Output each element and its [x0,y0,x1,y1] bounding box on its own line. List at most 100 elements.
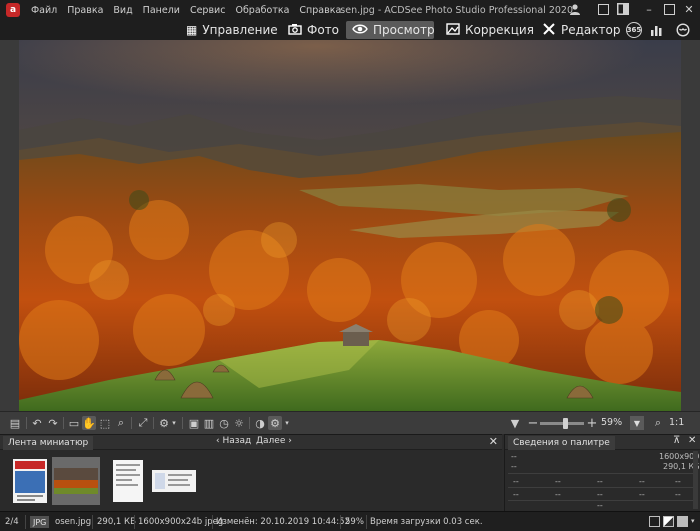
close-icon[interactable]: ✕ [682,2,696,16]
close-icon[interactable]: ✕ [489,435,498,448]
gear-dropdown-icon[interactable]: ▾ [283,416,291,430]
window-mode-icon[interactable] [596,2,610,16]
load-time: Время загрузки 0.03 сек. [370,517,483,527]
status-dropdown-icon[interactable]: ▾ [691,517,695,525]
zoom-dropdown-icon[interactable]: ▼ [630,416,644,430]
thumbnail-item[interactable] [150,457,198,505]
menu-view[interactable]: Вид [108,5,137,16]
image-viewer[interactable] [0,40,700,411]
select-icon[interactable]: ⬚ [98,416,112,430]
zoom-slider[interactable] [540,418,584,429]
divider [366,515,367,529]
checkmark-icon[interactable] [677,516,688,527]
palette-value: -- [511,462,517,471]
actual-size-button[interactable]: 1:1 [669,417,684,428]
mode-view[interactable]: Просмотр [346,21,435,39]
palette-value: -- [639,477,645,486]
menu-help[interactable]: Справка [294,5,346,16]
file-name: osen.jpg [55,517,92,527]
zoom-magnifier-icon[interactable]: ⌕ [651,416,665,430]
palette-value: -- [597,477,603,486]
hand-tool-icon[interactable]: ✋ [82,416,96,430]
menu-panels[interactable]: Панели [138,5,185,16]
zoom-out-icon[interactable]: − [526,416,540,431]
color-mode-icon[interactable] [663,516,674,527]
modified-date: Изменён: 20.10.2019 10:44:52 [216,517,350,527]
nav-back-button[interactable]: ‹ Назад [216,436,251,446]
palette-value: -- [639,490,645,499]
filmstrip-panel: Лента миниатюр ‹ Назад Далее › ✕ [0,434,502,511]
menu-edit[interactable]: Правка [62,5,108,16]
palette-scrollbar[interactable] [693,451,698,509]
settings-dropdown-icon[interactable]: ▾ [170,416,178,430]
zoom-tool-icon[interactable]: ⌕ [114,416,128,430]
divider [249,417,250,429]
crop-icon[interactable]: ▭ [67,416,81,430]
palette-info-panel: Сведения о палитре ⊼ ✕ -- 1600x900 -- 29… [504,434,700,511]
divider [153,417,154,429]
nav-next-label: Далее [256,436,286,446]
gear-box-icon[interactable]: ⚙ [268,416,282,430]
format-badge: JPG [30,516,50,528]
filter-dropdown-icon[interactable]: ▼ [508,416,522,430]
slideshow-icon[interactable]: ◑ [253,416,267,430]
nav-back-label: Назад [222,436,252,446]
thumbnail-item[interactable] [104,457,152,505]
filmstrip-header: Лента миниатюр ‹ Назад Далее › ✕ [0,435,502,450]
palette-value: -- [555,477,561,486]
palette-tab[interactable]: Сведения о палитре [508,436,615,450]
pin-icon[interactable]: ⊼ [673,435,680,446]
timer-icon[interactable]: ◷ [217,416,231,430]
file-size: 290,1 КБ [97,517,136,527]
palette-value: -- [597,490,603,499]
palette-value: -- [555,490,561,499]
user-icon[interactable] [568,2,582,16]
face-icon[interactable] [672,21,694,39]
brightness-icon[interactable]: ☼ [232,416,246,430]
mode-edit[interactable]: Редактор [536,21,626,39]
window-controls: – ✕ [568,2,696,16]
palette-value: -- [675,490,681,499]
view-toolbar: ▤ ↶ ↷ ▭ ✋ ⬚ ⌕ ⤢ ⚙ ▾ ▣ ▥ ◷ ☼ ◑ ⚙ ▾ ▼ − + … [0,411,700,434]
palette-header: Сведения о палитре ⊼ ✕ [505,435,700,450]
thumbnail-item[interactable] [6,457,54,505]
mode-manage[interactable]: ▦ Управление [180,21,284,39]
info-icon[interactable]: ▣ [187,416,201,430]
close-icon[interactable]: ✕ [688,435,696,446]
maximize-icon[interactable] [662,2,676,16]
stats-icon[interactable] [646,21,668,39]
nav-next-button[interactable]: Далее › [256,436,292,446]
rotate-left-icon[interactable]: ↶ [30,416,44,430]
rotate-right-icon[interactable]: ↷ [46,416,60,430]
status-bar: 2/4 JPG osen.jpg 290,1 КБ 1600x900x24b j… [0,511,700,531]
view-mode-icon[interactable] [649,516,660,527]
divider [182,417,183,429]
image-dimensions: 1600x900x24b jpeg [138,517,224,527]
365-button[interactable]: 365 [626,22,642,38]
divider [134,515,135,529]
title-bar: a Файл Правка Вид Панели Сервис Обработк… [0,0,700,20]
split-icon[interactable] [616,2,630,16]
mode-develop[interactable]: Коррекция [440,21,540,39]
settings-icon[interactable]: ⚙ [157,416,171,430]
menu-file[interactable]: Файл [26,5,62,16]
window-title: sen.jpg - ACDSee Photo Studio Profession… [340,4,573,16]
tray-icon[interactable]: ▤ [8,416,22,430]
menu-tools[interactable]: Сервис [185,5,231,16]
histogram-icon[interactable]: ▥ [202,416,216,430]
mode-manage-label: Управление [202,23,278,37]
filmstrip-tab[interactable]: Лента миниатюр [3,436,94,450]
mode-develop-label: Коррекция [465,23,534,37]
app-logo-icon[interactable]: a [6,3,20,17]
mode-photos[interactable]: Фото [282,21,345,39]
zoom-status: 59% [345,517,364,527]
zoom-slider-thumb[interactable] [563,418,568,429]
minimize-icon[interactable]: – [642,2,656,16]
palette-value: -- [513,477,519,486]
thumbnail-item-selected[interactable] [52,457,100,505]
divider [212,515,213,529]
menu-process[interactable]: Обработка [230,5,294,16]
fullscreen-icon[interactable]: ⤢ [136,416,150,430]
zoom-in-icon[interactable]: + [585,416,599,431]
palette-value: -- [511,452,517,461]
